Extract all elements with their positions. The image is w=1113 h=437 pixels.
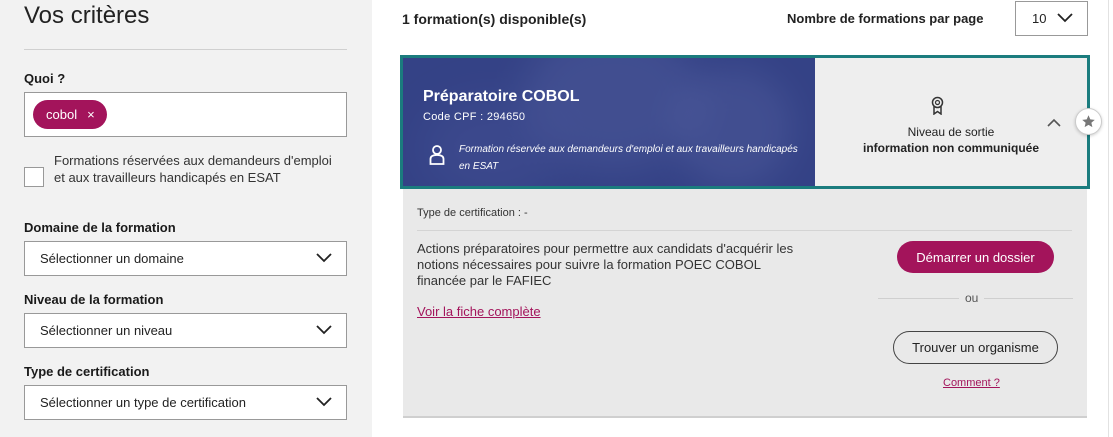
- sidebar-divider: [24, 49, 347, 50]
- niveau-label: Niveau de la formation: [24, 292, 164, 307]
- certification-type: Type de certification : -: [417, 207, 528, 219]
- sidebar-title: Vos critères: [24, 2, 150, 29]
- full-sheet-link[interactable]: Voir la fiche complète: [417, 304, 541, 319]
- certification-label: Type de certification: [24, 364, 150, 379]
- find-organisme-button[interactable]: Trouver un organisme: [893, 331, 1058, 364]
- chevron-down-icon: [316, 253, 332, 263]
- reserved-formations-label: Formations réservées aux demandeurs d'em…: [54, 153, 332, 185]
- card-banner: Préparatoire COBOL Code CPF : 294650 For…: [403, 58, 815, 186]
- domaine-select-value: Sélectionner un domaine: [40, 251, 184, 266]
- chevron-down-icon: [316, 325, 332, 335]
- formation-card[interactable]: Préparatoire COBOL Code CPF : 294650 For…: [400, 55, 1090, 189]
- chevron-down-icon: [316, 397, 332, 407]
- formation-details: Type de certification : - Actions prépar…: [403, 189, 1087, 418]
- niveau-sortie-label: Niveau de sortie: [907, 125, 995, 139]
- favorite-button[interactable]: [1075, 108, 1102, 135]
- chevron-up-icon[interactable]: [1047, 118, 1061, 127]
- domaine-select[interactable]: Sélectionner un domaine: [24, 241, 347, 276]
- person-icon: [429, 145, 445, 165]
- quoi-input[interactable]: cobol ×: [24, 92, 347, 137]
- comment-link[interactable]: Comment ?: [943, 377, 1000, 389]
- formation-description: Actions préparatoires pour permettre aux…: [417, 241, 794, 288]
- certification-select-value: Sélectionner un type de certification: [40, 395, 246, 410]
- quoi-label: Quoi ?: [24, 71, 66, 86]
- domaine-label: Domaine de la formation: [24, 220, 176, 235]
- niveau-select-value: Sélectionner un niveau: [40, 323, 173, 338]
- medal-icon: [931, 96, 944, 115]
- details-divider: [417, 230, 1072, 231]
- chevron-down-icon: [1057, 13, 1073, 23]
- reserved-formations-checkbox[interactable]: [24, 167, 44, 187]
- cpf-code: Code CPF : 294650: [423, 111, 526, 123]
- start-dossier-button[interactable]: Démarrer un dossier: [897, 241, 1054, 273]
- results-count: 1 formation(s) disponible(s): [402, 11, 587, 27]
- close-icon[interactable]: ×: [87, 107, 95, 122]
- per-page-value: 10: [1032, 11, 1047, 26]
- formation-title: Préparatoire COBOL: [423, 88, 580, 105]
- certification-select[interactable]: Sélectionner un type de certification: [24, 385, 347, 420]
- or-label: ou: [959, 291, 985, 305]
- keyword-chip-label: cobol: [46, 107, 78, 122]
- niveau-sortie-value: information non communiquée: [863, 141, 1039, 155]
- per-page-select[interactable]: 10: [1015, 1, 1088, 36]
- keyword-chip[interactable]: cobol ×: [33, 100, 107, 129]
- page-edge-divider: [1108, 0, 1109, 437]
- per-page-label: Nombre de formations par page: [787, 11, 984, 26]
- niveau-select[interactable]: Sélectionner un niveau: [24, 313, 347, 348]
- criteria-sidebar: Vos critères Quoi ? cobol × Formations r…: [0, 0, 372, 437]
- reserved-note: Formation réservée aux demandeurs d'empl…: [459, 144, 798, 172]
- star-icon: [1082, 115, 1095, 128]
